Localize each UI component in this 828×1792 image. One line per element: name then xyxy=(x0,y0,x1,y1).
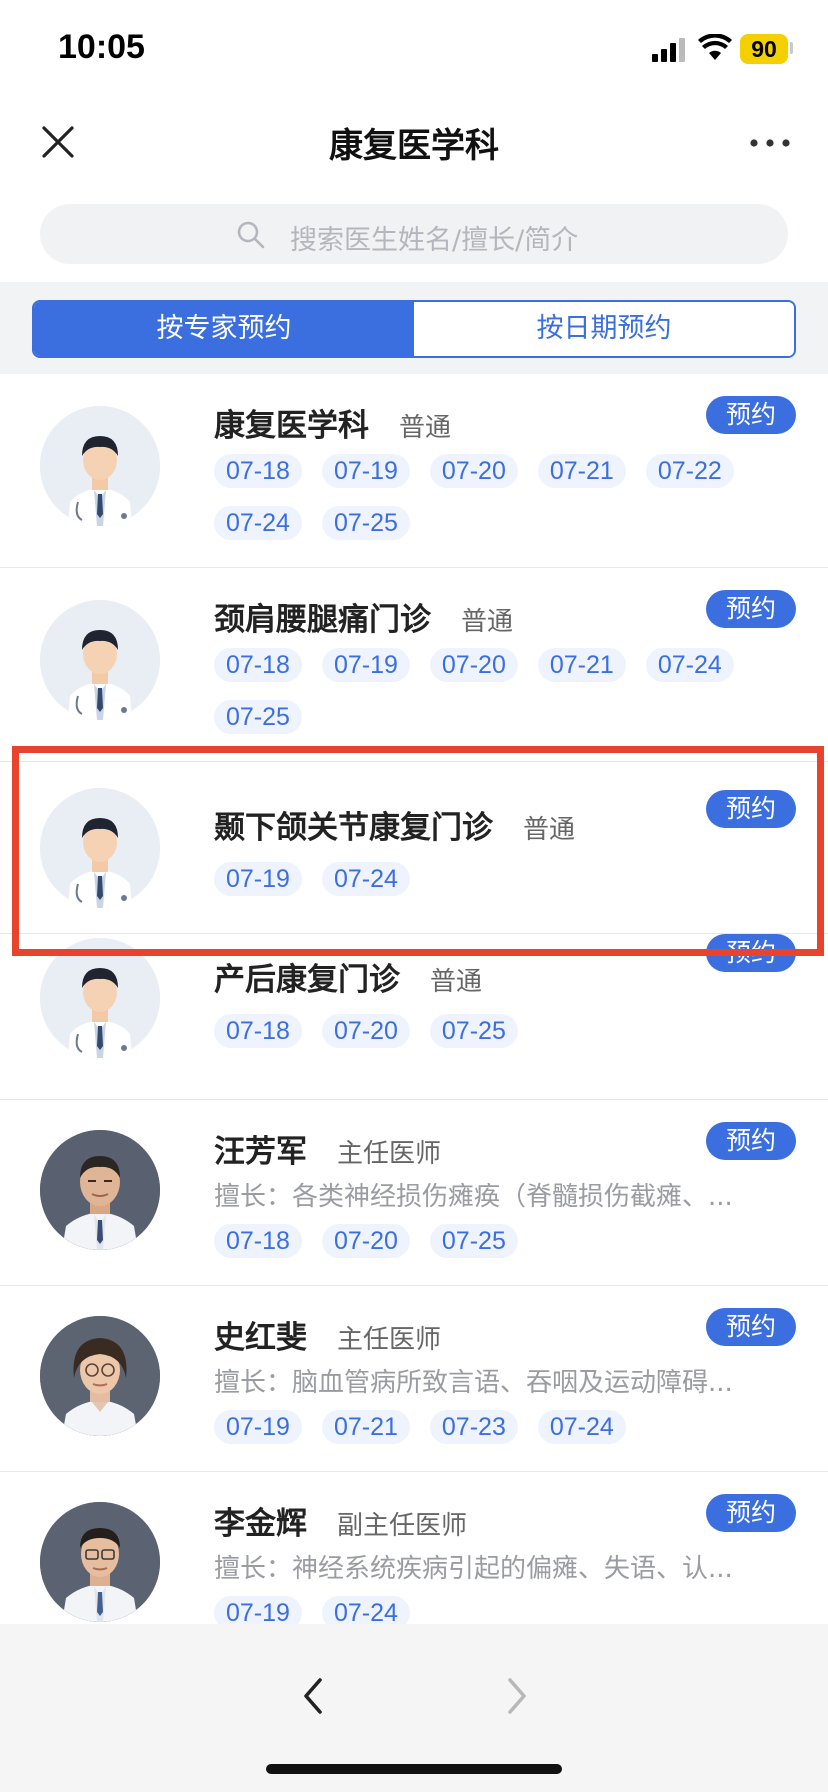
doctor-avatar xyxy=(40,788,160,908)
list-item[interactable]: 汪芳军 主任医师 擅长：各类神经损伤瘫痪（脊髓损伤截瘫、... 07-18 07-… xyxy=(0,1100,828,1286)
doctor-title: 普通 xyxy=(523,815,576,845)
doctor-avatar xyxy=(40,1130,160,1250)
name-text: 李金辉 xyxy=(214,1506,307,1542)
date-chips: 07-19 07-24 xyxy=(214,862,774,896)
home-indicator xyxy=(266,1764,562,1774)
search-placeholder: 搜索医生姓名/擅长/简介 xyxy=(290,225,579,256)
page-title: 康复医学科 xyxy=(329,126,499,166)
date-chip[interactable]: 07-18 xyxy=(214,1014,302,1048)
date-chip[interactable]: 07-21 xyxy=(537,648,626,682)
list-item[interactable]: 史红斐 主任医师 擅长：脑血管病所致言语、吞咽及运动障碍... 07-19 07-… xyxy=(0,1286,828,1472)
date-chips: 07-18 07-19 07-20 07-21 07-22 07-24 07-2… xyxy=(214,454,774,540)
date-chips: 07-18 07-20 07-25 xyxy=(214,1224,774,1258)
doctor-name: 颞下颌关节康复门诊 普通 xyxy=(214,802,575,847)
date-chip[interactable]: 07-24 xyxy=(321,862,410,896)
book-button[interactable]: 预约 xyxy=(706,1308,796,1346)
name-text: 汪芳军 xyxy=(214,1134,307,1170)
doctor-name: 李金辉 副主任医师 xyxy=(214,1498,467,1543)
tab-by-expert[interactable]: 按专家预约 xyxy=(34,302,414,356)
doctor-specialty: 擅长：神经系统疾病引起的偏瘫、失语、认... xyxy=(214,1554,733,1584)
date-chip[interactable]: 07-18 xyxy=(214,1224,302,1258)
doctor-name: 汪芳军 主任医师 xyxy=(214,1126,441,1171)
date-chips: 07-19 07-21 07-23 07-24 xyxy=(214,1410,774,1444)
doctor-title: 普通 xyxy=(399,413,452,443)
date-chip[interactable]: 07-21 xyxy=(321,1410,410,1444)
doctor-name: 产后康复门诊 普通 xyxy=(214,954,482,999)
name-text: 产后康复门诊 xyxy=(214,962,400,998)
date-chip[interactable]: 07-20 xyxy=(429,648,518,682)
name-text: 颞下颌关节康复门诊 xyxy=(214,810,493,846)
date-chip[interactable]: 07-24 xyxy=(645,648,734,682)
doctor-title: 主任医师 xyxy=(337,1139,442,1169)
date-chip[interactable]: 07-24 xyxy=(537,1410,626,1444)
list-item[interactable]: 产后康复门诊 普通 07-18 07-20 07-25 预约 xyxy=(0,934,828,1100)
battery-nub xyxy=(790,42,793,54)
back-arrow-icon[interactable] xyxy=(296,1674,330,1718)
date-chip[interactable]: 07-19 xyxy=(214,1596,302,1624)
book-button[interactable]: 预约 xyxy=(706,1494,796,1532)
date-chip[interactable]: 07-18 xyxy=(214,454,302,488)
doctor-avatar xyxy=(40,600,160,720)
date-chip[interactable]: 07-22 xyxy=(645,454,734,488)
more-icon[interactable] xyxy=(748,136,792,150)
search-input[interactable]: 搜索医生姓名/擅长/简介 xyxy=(40,204,788,264)
list-item[interactable]: 颞下颌关节康复门诊 普通 07-19 07-24 预约 xyxy=(0,762,828,934)
date-chip[interactable]: 07-21 xyxy=(537,454,626,488)
date-chip[interactable]: 07-24 xyxy=(321,1596,410,1624)
doctor-name: 史红斐 主任医师 xyxy=(214,1312,441,1357)
doctor-specialty: 擅长：各类神经损伤瘫痪（脊髓损伤截瘫、... xyxy=(214,1182,733,1212)
search-icon xyxy=(237,221,265,249)
date-chip[interactable]: 07-20 xyxy=(321,1224,410,1258)
doctor-avatar xyxy=(40,1316,160,1436)
cellular-signal-icon xyxy=(652,38,685,62)
nav-bar: 康复医学科 xyxy=(0,100,828,196)
status-time: 10:05 xyxy=(58,28,145,66)
doctor-name: 康复医学科 普通 xyxy=(214,400,451,445)
doctor-title: 主任医师 xyxy=(337,1325,442,1355)
book-button[interactable]: 预约 xyxy=(706,1122,796,1160)
date-chip[interactable]: 07-24 xyxy=(214,506,302,540)
name-text: 史红斐 xyxy=(214,1320,307,1356)
battery-indicator: 90 xyxy=(740,34,788,64)
doctor-avatar xyxy=(40,1502,160,1622)
doctor-title: 普通 xyxy=(430,967,483,997)
doctor-specialty: 擅长：脑血管病所致言语、吞咽及运动障碍... xyxy=(214,1368,733,1398)
book-button[interactable]: 预约 xyxy=(706,396,796,434)
date-chips: 07-18 07-19 07-20 07-21 07-24 07-25 xyxy=(214,648,774,734)
doctor-title: 普通 xyxy=(461,607,514,637)
date-chip[interactable]: 07-25 xyxy=(321,506,410,540)
name-text: 颈肩腰腿痛门诊 xyxy=(214,602,431,638)
doctor-avatar xyxy=(40,406,160,526)
date-chip[interactable]: 07-20 xyxy=(429,454,518,488)
date-chip[interactable]: 07-25 xyxy=(214,700,302,734)
date-chips: 07-19 07-24 xyxy=(214,1596,774,1624)
date-chip[interactable]: 07-19 xyxy=(321,648,410,682)
date-chip[interactable]: 07-19 xyxy=(214,862,302,896)
list-item[interactable]: 颈肩腰腿痛门诊 普通 07-18 07-19 07-20 07-21 07-24 … xyxy=(0,568,828,762)
status-bar: 10:05 90 xyxy=(0,0,828,100)
list-item[interactable]: 李金辉 副主任医师 擅长：神经系统疾病引起的偏瘫、失语、认... 07-19 07… xyxy=(0,1472,828,1624)
doctor-list: 康复医学科 普通 07-18 07-19 07-20 07-21 07-22 07… xyxy=(0,374,828,1624)
date-chip[interactable]: 07-25 xyxy=(429,1224,518,1258)
booking-mode-tabs: 按专家预约 按日期预约 xyxy=(32,300,796,358)
date-chip[interactable]: 07-19 xyxy=(214,1410,302,1444)
book-button[interactable]: 预约 xyxy=(706,790,796,828)
date-chips: 07-18 07-20 07-25 xyxy=(214,1014,774,1048)
wifi-icon xyxy=(698,34,732,60)
name-text: 康复医学科 xyxy=(214,408,369,444)
date-chip[interactable]: 07-20 xyxy=(321,1014,410,1048)
book-button[interactable]: 预约 xyxy=(706,934,796,972)
date-chip[interactable]: 07-25 xyxy=(429,1014,518,1048)
bottom-toolbar xyxy=(0,1624,828,1792)
doctor-title: 副主任医师 xyxy=(337,1511,468,1541)
doctor-avatar xyxy=(40,938,160,1058)
date-chip[interactable]: 07-18 xyxy=(214,648,302,682)
date-chip[interactable]: 07-19 xyxy=(321,454,410,488)
forward-arrow-icon[interactable] xyxy=(500,1674,534,1718)
list-item[interactable]: 康复医学科 普通 07-18 07-19 07-20 07-21 07-22 07… xyxy=(0,374,828,568)
book-button[interactable]: 预约 xyxy=(706,590,796,628)
tab-by-date[interactable]: 按日期预约 xyxy=(414,302,794,356)
date-chip[interactable]: 07-23 xyxy=(429,1410,518,1444)
doctor-name: 颈肩腰腿痛门诊 普通 xyxy=(214,594,513,639)
